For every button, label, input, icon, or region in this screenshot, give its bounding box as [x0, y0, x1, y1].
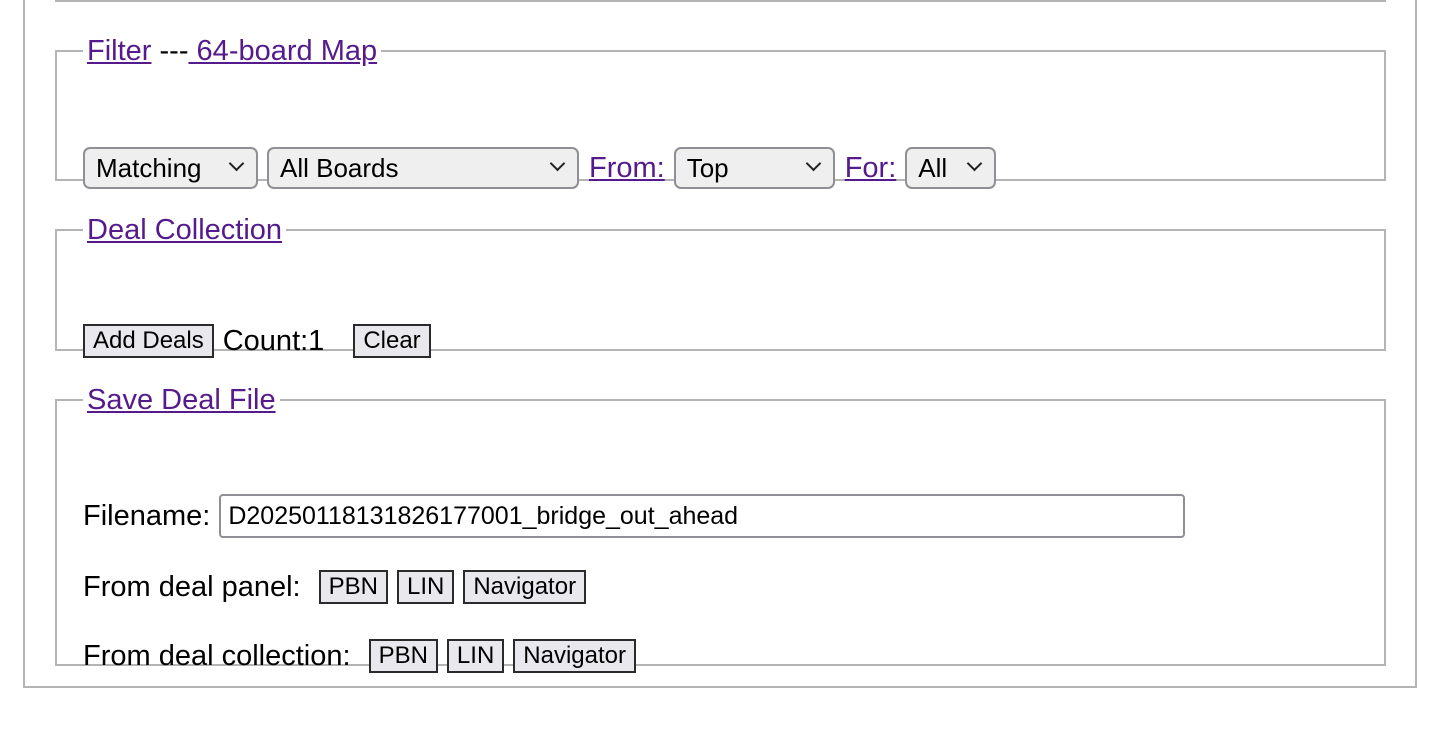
from-deal-panel-label: From deal panel: — [83, 570, 301, 603]
top-divider — [55, 0, 1386, 2]
for-link[interactable]: For: — [845, 152, 897, 185]
filename-value: D20250118131826177001_bridge_out_ahead — [228, 502, 739, 530]
from-select[interactable]: Top — [673, 147, 835, 189]
panel-lin-button[interactable]: LIN — [396, 570, 455, 604]
collection-lin-button[interactable]: LIN — [446, 639, 505, 673]
filter-link[interactable]: Filter — [87, 35, 151, 67]
collection-pbn-button[interactable]: PBN — [368, 639, 438, 673]
save-deal-file-link[interactable]: Save Deal File — [87, 384, 276, 416]
match-select[interactable]: Matching — [83, 147, 258, 189]
filename-row: Filename: D20250118131826177001_bridge_o… — [83, 494, 1186, 538]
panel-navigator-button[interactable]: Navigator — [463, 570, 587, 604]
collection-navigator-button[interactable]: Navigator — [513, 639, 636, 673]
collection-export-row: From deal collection: PBN LIN Navigator — [83, 639, 636, 673]
chevron-down-icon — [549, 155, 566, 172]
collection-legend: Deal Collection — [83, 213, 286, 247]
filter-fieldset: Filter --- 64-board Map Matching All Boa… — [55, 34, 1386, 189]
deal-count: Count:1 — [222, 324, 325, 357]
from-link[interactable]: From: — [589, 152, 665, 185]
deal-collection-link[interactable]: Deal Collection — [87, 214, 282, 246]
from-deal-collection-label: From deal collection: — [83, 639, 351, 672]
filename-label: Filename: — [83, 499, 211, 532]
boards-select[interactable]: All Boards — [267, 147, 579, 189]
chevron-down-icon — [967, 155, 983, 172]
panel-export-row: From deal panel: PBN LIN Navigator — [83, 570, 587, 604]
board-map-link[interactable]: 64-board Map — [189, 35, 378, 67]
save-legend: Save Deal File — [83, 383, 280, 417]
for-select-value: All — [918, 153, 948, 183]
collection-controls: Add Deals Count:1 Clear — [83, 324, 431, 358]
clear-button[interactable]: Clear — [353, 324, 431, 358]
filter-separator: --- — [159, 35, 189, 67]
filter-controls: Matching All Boards From: Top For: All — [83, 147, 997, 189]
chevron-down-icon — [228, 155, 245, 172]
from-select-value: Top — [686, 153, 729, 183]
panel-pbn-button[interactable]: PBN — [318, 570, 388, 604]
chevron-down-icon — [805, 155, 821, 172]
filter-legend: Filter --- 64-board Map — [83, 34, 381, 68]
boards-select-value: All Boards — [280, 153, 399, 183]
for-select[interactable]: All — [905, 147, 997, 189]
collection-fieldset: Deal Collection Add Deals Count:1 Clear — [55, 213, 1386, 358]
match-select-value: Matching — [96, 153, 202, 183]
add-deals-button[interactable]: Add Deals — [83, 324, 214, 358]
save-fieldset: Save Deal File Filename: D20250118131826… — [55, 383, 1386, 673]
filename-input[interactable]: D20250118131826177001_bridge_out_ahead — [219, 494, 1186, 538]
